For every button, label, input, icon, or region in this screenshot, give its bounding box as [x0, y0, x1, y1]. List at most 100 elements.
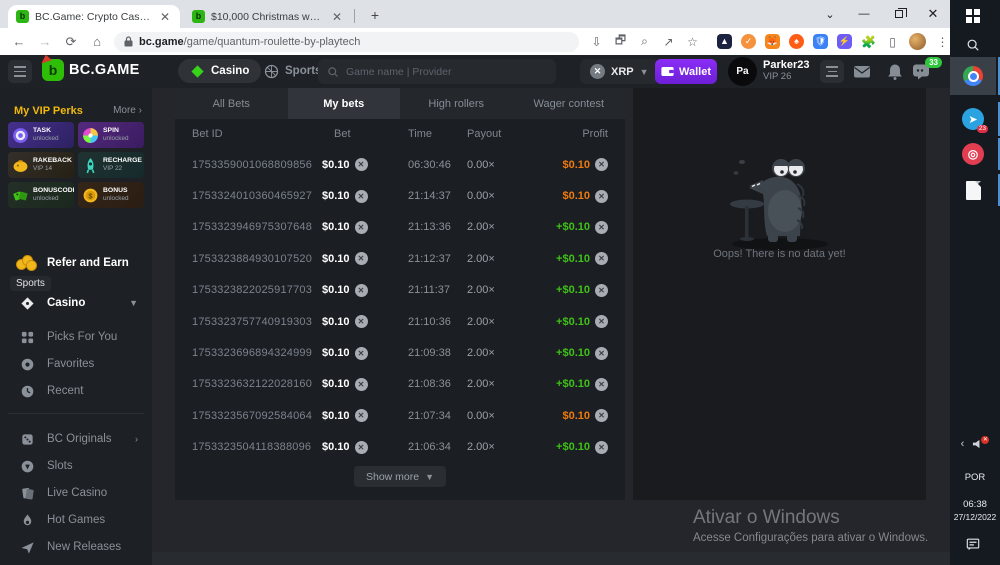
bet-payout: 2.00× [467, 378, 537, 390]
bets-tab-my-bets[interactable]: My bets [288, 88, 401, 119]
browser-tab-2[interactable]: b $10,000 Christmas week special ✕ [184, 5, 352, 28]
bet-id: 1753323696894324999 [192, 347, 322, 359]
tab-title: $10,000 Christmas week special [211, 11, 324, 23]
vip-perk-spin[interactable]: SPINunlocked [78, 122, 144, 148]
bell-icon[interactable] [886, 63, 904, 80]
taskbar-telegram-button[interactable]: ➤ 23 [950, 102, 996, 136]
wallet-button[interactable]: Wallet [655, 59, 717, 84]
flame-extension-icon[interactable]: ♠ [789, 34, 804, 49]
show-more-button[interactable]: Show more ▼ [354, 466, 446, 487]
grid-icon [20, 330, 35, 345]
tab-close-icon[interactable]: ✕ [158, 10, 172, 24]
address-bar[interactable]: bc.game/game/quantum-roulette-by-playtec… [114, 32, 579, 52]
taskbar-red-app-button[interactable]: ◎ [950, 138, 996, 170]
bets-panel: All BetsMy betsHigh rollersWager contest… [175, 88, 625, 500]
taskbar-search-button[interactable] [950, 36, 996, 54]
taskbar-chrome-button[interactable] [950, 57, 996, 95]
chevron-down-icon: ▼ [640, 67, 649, 77]
window-minimize-icon[interactable]: — [849, 0, 879, 28]
bet-row[interactable]: 1753323504118388096$0.10✕21:06:342.00×+$… [175, 432, 625, 463]
basketball-icon [264, 64, 279, 79]
bet-row[interactable]: 1753323822025917703$0.10✕21:11:372.00×+$… [175, 275, 625, 306]
browser-menu-icon[interactable]: ⋮ [935, 34, 950, 49]
bet-row[interactable]: 1753324010360465927$0.10✕21:14:370.00×$0… [175, 180, 625, 211]
xrp-coin-icon: ✕ [595, 252, 608, 265]
chevron-right-icon: › [139, 105, 142, 116]
bet-row[interactable]: 1753359001068809856$0.10✕06:30:460.00×$0… [175, 149, 625, 180]
zoom-search-icon[interactable]: ⌕ [637, 34, 652, 49]
bet-payout: 0.00× [467, 159, 537, 171]
xrp-coin-icon: ✕ [355, 347, 368, 360]
vip-more-link[interactable]: More › [113, 105, 142, 116]
back-icon[interactable]: ← [6, 34, 32, 49]
empty-data-panel: Oops! There is no data yet! [633, 88, 926, 500]
window-close-icon[interactable]: ✕ [918, 0, 948, 28]
vip-perk-bonuscode[interactable]: BONUSCODEunlocked [8, 182, 74, 208]
language-indicator[interactable]: POR [950, 470, 1000, 484]
browser-tab-1[interactable]: b BC.Game: Crypto Casino Games ✕ [8, 5, 180, 28]
sidebar-item-casino[interactable]: Casino ▼ [0, 292, 152, 314]
bet-row[interactable]: 1753323946975307648$0.10✕21:13:362.00×+$… [175, 212, 625, 243]
bets-tab-all-bets[interactable]: All Bets [175, 88, 288, 119]
extensions-puzzle-icon[interactable]: 🧩 [861, 34, 876, 49]
browser-profile-avatar[interactable] [909, 33, 926, 50]
search-input[interactable] [346, 66, 547, 78]
sidebar-item-favorites[interactable]: Favorites [0, 353, 152, 375]
sidebar-item-slots[interactable]: Slots [0, 455, 152, 477]
bet-row[interactable]: 1753323632122028160$0.10✕21:08:362.00×+$… [175, 369, 625, 400]
vip-perk-bonus[interactable]: $BONUSunlocked [78, 182, 144, 208]
sidebar-item-hot-games[interactable]: Hot Games [0, 509, 152, 531]
translate-icon[interactable]: 🗗 [613, 34, 628, 49]
hamburger-menu-icon[interactable] [8, 60, 32, 83]
sidebar-item-bc-originals[interactable]: BC Originals› [0, 428, 152, 450]
share-icon[interactable]: ↗ [661, 34, 676, 49]
vip-perk-rakeback[interactable]: RAKEBACKVIP 14 [8, 152, 74, 178]
bcgame-logo[interactable]: b BC.GAME [42, 59, 140, 81]
sidebar-item-picks-for-you[interactable]: Picks For You [0, 326, 152, 348]
mute-badge: ✕ [981, 436, 989, 444]
bet-row[interactable]: 1753323757740919303$0.10✕21:10:362.00×+$… [175, 306, 625, 337]
bookmark-star-icon[interactable]: ☆ [685, 34, 700, 49]
forward-icon[interactable]: → [32, 34, 58, 49]
bet-row[interactable]: 1753323696894324999$0.10✕21:09:382.00×+$… [175, 337, 625, 368]
sidebar-item-recent[interactable]: Recent [0, 380, 152, 402]
new-tab-button[interactable]: + [365, 6, 385, 26]
bet-row[interactable]: 1753323567092584064$0.10✕21:07:340.00×$0… [175, 400, 625, 431]
taskbar-notepad-button[interactable] [950, 174, 996, 206]
side-panel-icon[interactable]: ▯ [885, 34, 900, 49]
refer-and-earn[interactable]: Refer and Earn [0, 248, 152, 278]
start-button[interactable] [950, 8, 996, 24]
metamask-icon[interactable]: 🦊 [765, 34, 780, 49]
vip-perk-recharge[interactable]: RECHARGEVIP 22 [78, 152, 144, 178]
extension-icon-1[interactable]: ▲ [717, 34, 732, 49]
chat-button[interactable]: 33 [912, 63, 936, 80]
tray-expand-icon[interactable]: ‹ [961, 438, 965, 450]
sidebar-item-live-casino[interactable]: Live Casino [0, 482, 152, 504]
extension-icon-2[interactable]: ✓ [741, 34, 756, 49]
home-icon[interactable]: ⌂ [84, 34, 110, 49]
sidebar-item-new-releases[interactable]: New Releases [0, 536, 152, 558]
mail-icon[interactable] [853, 63, 871, 80]
clock-date[interactable]: 27/12/2022 [950, 511, 1000, 523]
bet-row[interactable]: 1753323884930107520$0.10✕21:12:372.00×+$… [175, 243, 625, 274]
bets-tab-wager-contest[interactable]: Wager contest [513, 88, 626, 119]
window-menu-chevron-icon[interactable]: ⌄ [815, 0, 845, 28]
bet-list-button[interactable] [820, 60, 844, 83]
currency-selector[interactable]: ✕ XRP ▼ [580, 59, 659, 84]
window-restore-icon[interactable] [884, 0, 914, 28]
user-meta[interactable]: Parker23 VIP 26 [763, 59, 810, 83]
game-search[interactable] [318, 59, 556, 84]
notification-icon [966, 537, 980, 551]
bets-tab-high-rollers[interactable]: High rollers [400, 88, 513, 119]
clock-time[interactable]: 06:38 [950, 498, 1000, 510]
vip-perk-task[interactable]: TASKunlocked [8, 122, 74, 148]
shield-extension-icon[interactable]: 🛡 [813, 34, 828, 49]
tab-close-icon[interactable]: ✕ [330, 10, 344, 24]
nav-casino-button[interactable]: Casino [178, 59, 261, 83]
purple-extension-icon[interactable]: ⚡ [837, 34, 852, 49]
volume-muted-icon[interactable]: ✕ [972, 438, 985, 450]
download-icon[interactable]: ⇩ [589, 34, 604, 49]
notification-center-button[interactable] [950, 536, 996, 552]
user-avatar[interactable]: Pa [728, 57, 757, 86]
refresh-icon[interactable]: ⟳ [58, 34, 84, 50]
